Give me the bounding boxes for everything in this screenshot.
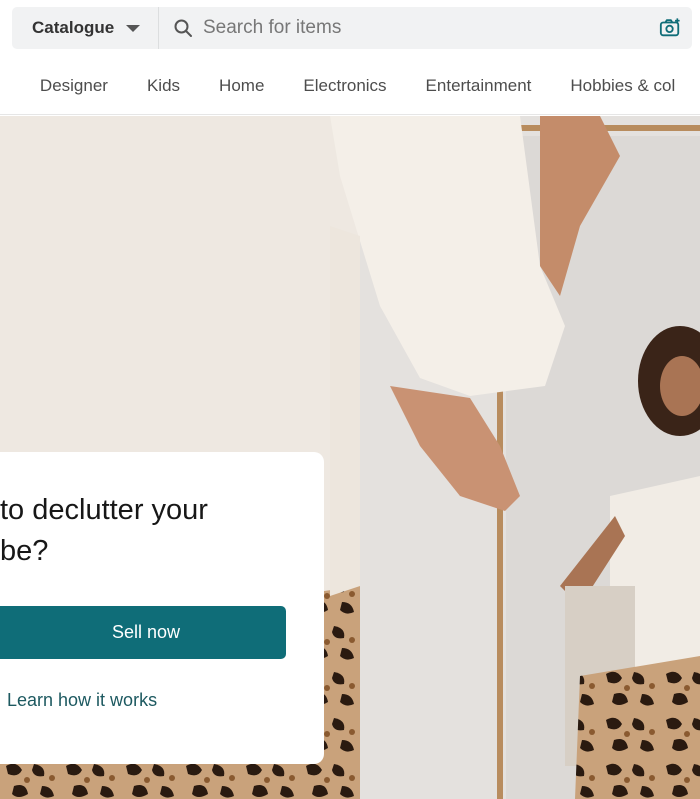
category-home[interactable]: Home [219, 57, 264, 114]
category-women[interactable]: en [0, 57, 1, 114]
search-bar: Catalogue [12, 7, 692, 49]
chevron-down-icon [126, 24, 141, 32]
category-kids[interactable]: Kids [147, 57, 180, 114]
search-icon [174, 19, 192, 37]
sell-now-button[interactable]: Sell now [0, 606, 286, 659]
category-nav: en Designer Kids Home Electronics Entert… [0, 57, 700, 115]
learn-how-it-works-link[interactable]: Learn how it works [7, 690, 157, 711]
sell-card-title-line-2: be? [0, 535, 49, 567]
category-entertainment[interactable]: Entertainment [426, 57, 532, 114]
sell-card-title: to declutter your be? [0, 490, 300, 572]
category-hobbies[interactable]: Hobbies & col [570, 57, 675, 114]
camera-icon [659, 18, 680, 37]
top-bar: Catalogue [0, 0, 700, 57]
category-electronics[interactable]: Electronics [303, 57, 386, 114]
category-list: en Designer Kids Home Electronics Entert… [0, 57, 700, 114]
category-designer[interactable]: Designer [40, 57, 108, 114]
sell-card-title-line-1: to declutter your [0, 494, 208, 526]
search-input[interactable] [203, 8, 648, 48]
catalogue-dropdown[interactable]: Catalogue [12, 7, 159, 49]
search-area [159, 7, 692, 49]
image-search-button[interactable] [648, 7, 692, 49]
catalogue-label: Catalogue [32, 18, 115, 37]
